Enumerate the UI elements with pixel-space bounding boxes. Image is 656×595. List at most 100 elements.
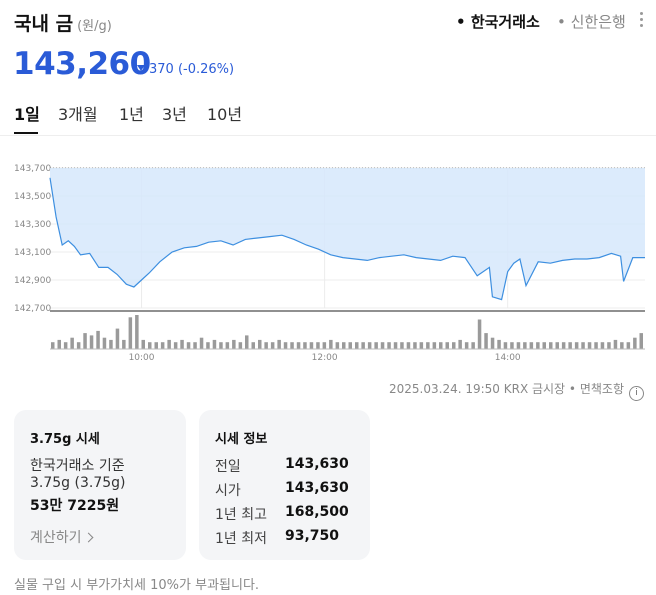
volume-bar <box>452 342 456 349</box>
volume-bar <box>419 342 424 349</box>
volume-bar <box>206 342 210 349</box>
volume-bar <box>63 342 68 349</box>
market-price-card: 3.75g 시세 한국거래소 기준 3.75g (3.75g) 53만 7225… <box>14 410 186 560</box>
volume-bar <box>348 342 352 349</box>
volume-bar <box>148 342 152 349</box>
chart-meta: 2025.03.24. 19:50 KRX 금시장 • 면책조항 i <box>389 380 644 401</box>
tab-divider <box>0 135 656 136</box>
volume-bar <box>83 333 87 349</box>
volume-bar <box>484 333 488 349</box>
info-card-title: 시세 정보 <box>215 432 268 447</box>
volume-bar <box>238 342 243 349</box>
disclaimer-link[interactable]: 면책조항 <box>580 382 624 396</box>
page-title: 국내 금 (원/g) <box>14 9 112 36</box>
volume-bar <box>270 342 275 349</box>
volume-bar <box>309 342 314 349</box>
info-row-label: 시가 <box>215 483 241 499</box>
volume-bar <box>387 342 391 349</box>
volume-bar <box>167 339 171 349</box>
volume-bar <box>439 342 443 349</box>
source-label-shinhan: 신한은행 <box>570 13 626 31</box>
volume-bar <box>303 342 307 349</box>
tab-3y[interactable]: 3년 <box>162 101 187 125</box>
volume-bar <box>477 319 482 349</box>
volume-bar <box>529 342 534 349</box>
chevron-right-icon <box>83 532 93 543</box>
volume-bar <box>186 342 191 349</box>
x-tick-label: 12:00 <box>312 353 338 363</box>
volume-bar <box>600 342 605 349</box>
update-timestamp: 2025.03.24. 19:50 KRX 금시장 <box>389 382 566 396</box>
y-axis-labels: 143,700 143,500 143,300 143,100 142,900 142,7… <box>14 164 51 314</box>
volume-bar <box>57 339 61 349</box>
change-percent: (-0.26%) <box>177 62 235 77</box>
volume-bar <box>277 339 281 349</box>
volume-bar <box>581 342 585 349</box>
volume-bar <box>141 339 145 349</box>
tab-1d[interactable]: 1일 <box>14 101 40 125</box>
volume-bar <box>458 339 462 349</box>
volume-bar <box>335 342 340 349</box>
down-arrow-icon <box>137 65 145 71</box>
volume-bar <box>199 337 204 349</box>
volume-bar <box>393 342 398 349</box>
volume-bar <box>160 342 165 349</box>
volume-bar <box>180 339 184 349</box>
volume-bar <box>464 342 469 349</box>
more-options-icon[interactable] <box>639 12 645 28</box>
volume-bar <box>523 342 527 349</box>
price-change: 370 (-0.26%) <box>137 62 234 77</box>
volume-bar <box>510 342 514 349</box>
y-tick-label: 143,700 <box>14 164 51 174</box>
calculate-button[interactable]: 계산하기 <box>30 527 93 547</box>
volume-bar <box>89 335 94 349</box>
volume-bar <box>367 342 372 349</box>
x-tick-label: 10:00 <box>129 353 155 363</box>
volume-bar <box>51 342 55 349</box>
y-tick-label: 143,500 <box>14 192 51 202</box>
source-tab-shinhan[interactable]: • 신한은행 <box>557 11 626 32</box>
volume-bar <box>225 342 230 349</box>
source-tab-krx[interactable]: • 한국거래소 <box>456 11 540 32</box>
volume-bar <box>219 342 223 349</box>
tab-3m[interactable]: 3개월 <box>58 101 98 125</box>
info-icon[interactable]: i <box>629 386 644 401</box>
market-amount: 53만 7225원 <box>30 498 120 514</box>
volume-bar <box>432 342 437 349</box>
volume-bar <box>264 342 268 349</box>
tab-10y[interactable]: 10년 <box>207 101 242 125</box>
volume-bar <box>549 342 553 349</box>
info-row-value: 143,630 <box>285 480 349 496</box>
volume-bar <box>322 342 327 349</box>
volume-bar <box>406 342 411 349</box>
volume-bar <box>620 342 624 349</box>
volume-bar <box>380 342 385 349</box>
current-price: 143,260 <box>13 46 151 82</box>
volume-bar <box>594 342 598 349</box>
info-row-label: 1년 최저 <box>215 531 267 547</box>
tab-1y[interactable]: 1년 <box>119 101 144 125</box>
volume-bar <box>290 342 294 349</box>
volume-bar <box>342 342 346 349</box>
volume-bar <box>426 342 430 349</box>
volume-bar <box>102 337 107 349</box>
volume-bar <box>316 342 320 349</box>
volume-bar <box>212 339 217 349</box>
volume-bar <box>122 339 126 349</box>
volume-bar <box>503 342 508 349</box>
price-chart[interactable]: 143,700 143,500 143,300 143,100 142,900 142,7… <box>0 150 656 368</box>
volume-bar <box>251 342 255 349</box>
volume-bar <box>258 339 262 349</box>
change-amount: 370 <box>149 62 174 77</box>
asset-name: 국내 금 <box>14 13 74 35</box>
y-tick-label: 142,700 <box>14 304 51 314</box>
market-card-title: 3.75g 시세 <box>30 432 100 447</box>
volume-bar <box>128 317 133 349</box>
volume-bar <box>413 342 417 349</box>
volume-bar <box>70 337 74 349</box>
volume-bar <box>587 342 592 349</box>
info-row-value: 168,500 <box>285 504 349 520</box>
volume-bar <box>574 342 579 349</box>
info-row-value: 93,750 <box>285 528 340 544</box>
calculate-label: 계산하기 <box>30 530 82 546</box>
